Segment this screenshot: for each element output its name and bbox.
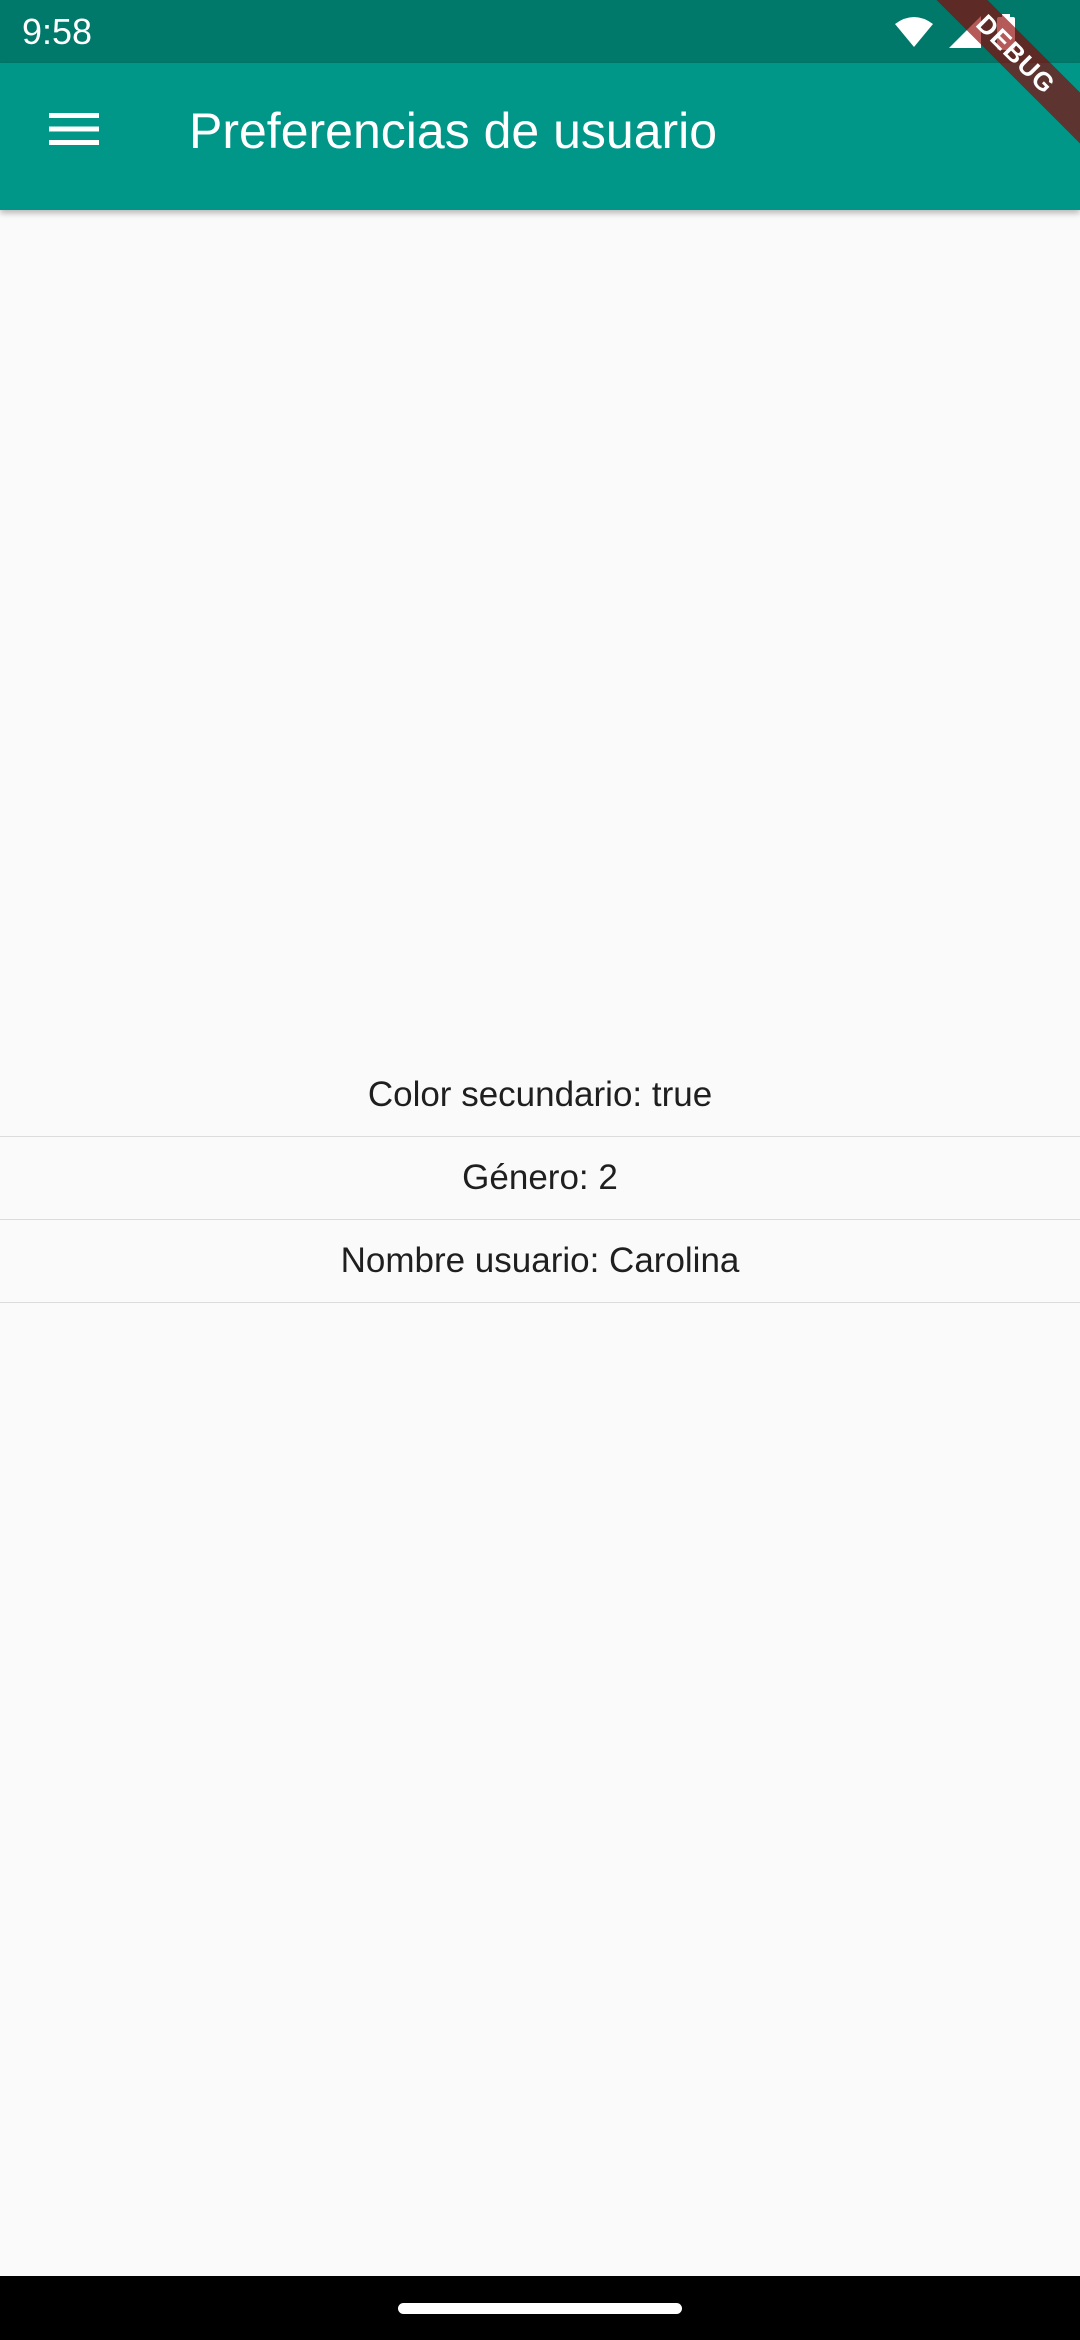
pref-color-secundario: Color secundario: true bbox=[367, 1075, 713, 1114]
menu-icon bbox=[49, 111, 99, 152]
list-item: Color secundario: true bbox=[0, 1054, 1080, 1137]
navigation-bar bbox=[0, 2276, 1080, 2340]
status-bar: 9:58 bbox=[0, 0, 1080, 63]
menu-button[interactable] bbox=[28, 85, 120, 177]
list-item: Nombre usuario: Carolina bbox=[0, 1220, 1080, 1303]
signal-icon bbox=[948, 15, 982, 49]
status-time: 9:58 bbox=[22, 11, 93, 52]
pref-nombre-usuario: Nombre usuario: Carolina bbox=[340, 1241, 740, 1280]
pref-genero: Género: 2 bbox=[462, 1158, 618, 1197]
page-title: Preferencias de usuario bbox=[189, 103, 718, 159]
wifi-icon bbox=[894, 16, 934, 48]
preferences-list: Color secundario: true Género: 2 Nombre … bbox=[0, 1054, 1080, 1303]
status-icons bbox=[894, 14, 1016, 50]
app-bar: Preferencias de usuario bbox=[0, 63, 1080, 210]
home-gesture-handle[interactable] bbox=[398, 2303, 682, 2314]
list-item: Género: 2 bbox=[0, 1137, 1080, 1220]
battery-icon bbox=[996, 14, 1016, 50]
